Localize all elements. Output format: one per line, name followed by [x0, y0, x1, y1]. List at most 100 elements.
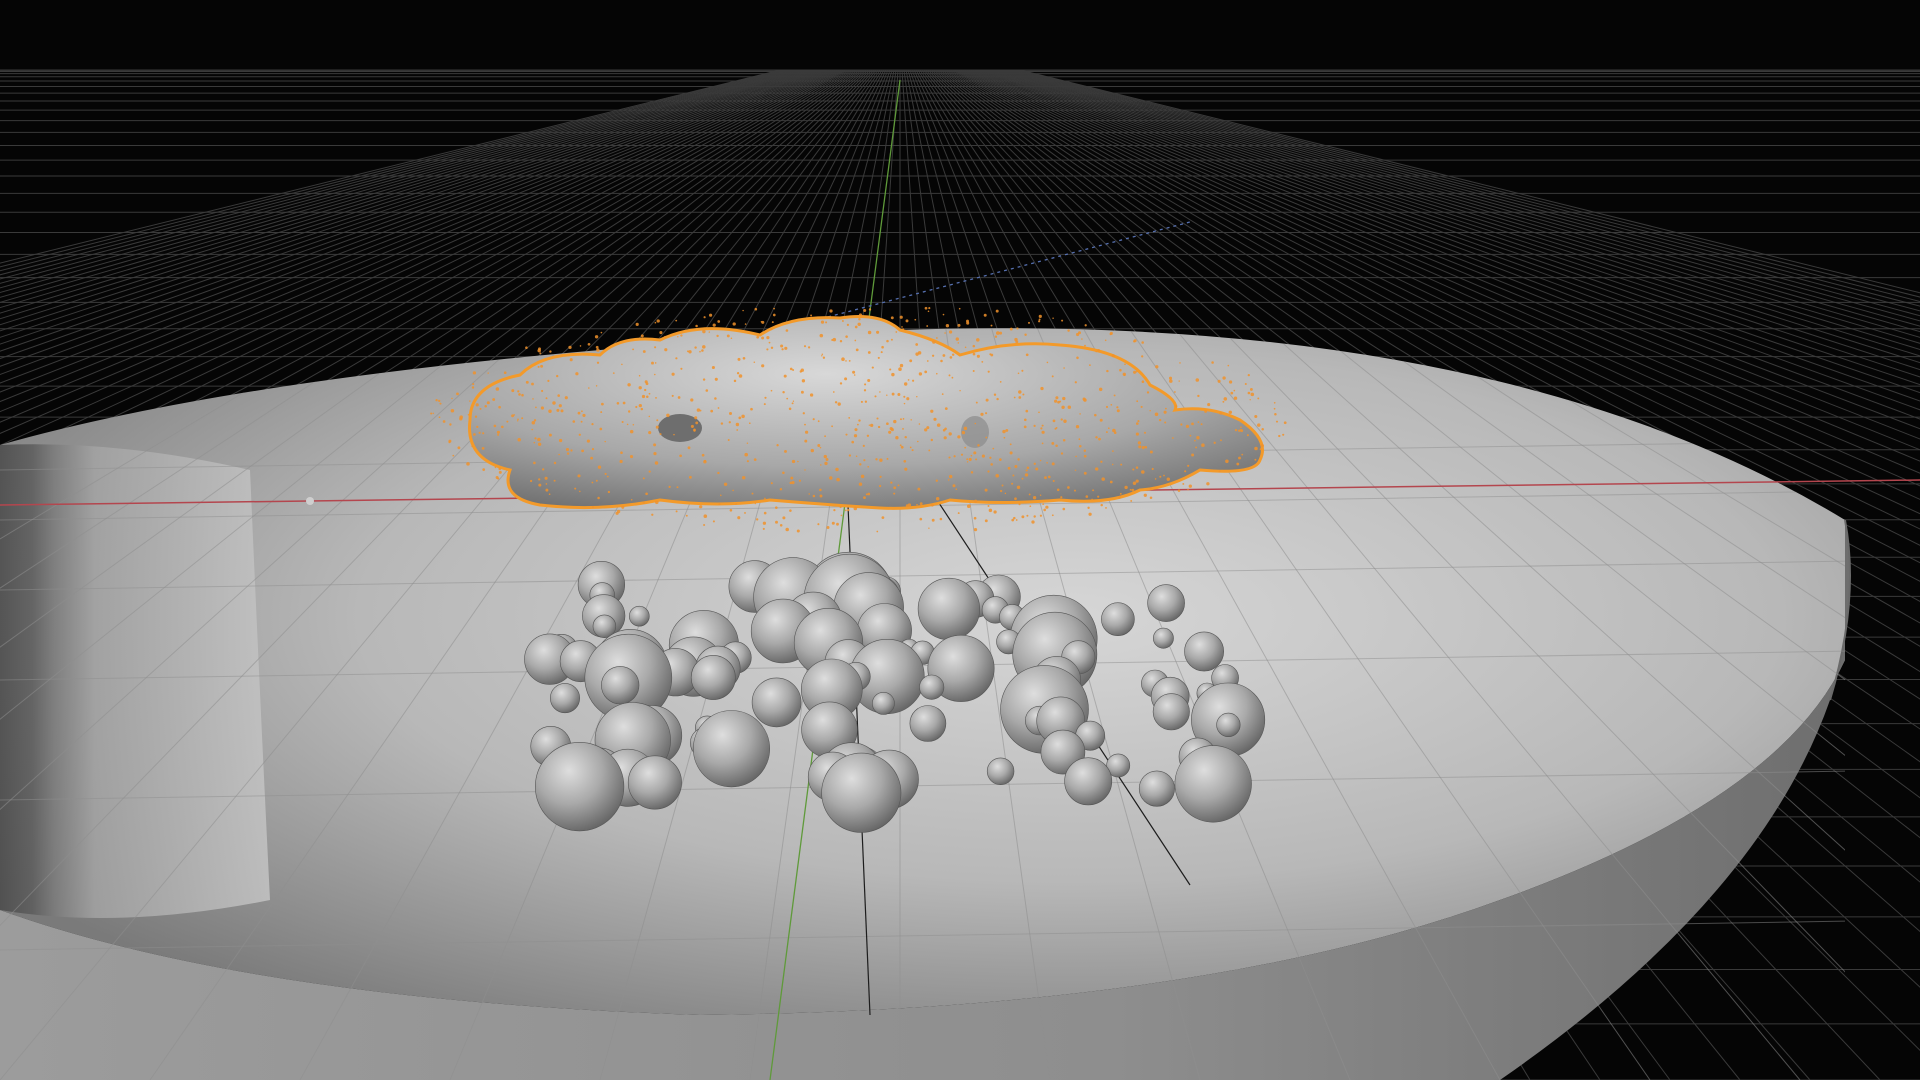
- viewport-scene[interactable]: [0, 0, 1920, 1080]
- particle: [548, 409, 552, 413]
- particle: [1051, 462, 1055, 466]
- sphere: [690, 655, 736, 700]
- particle: [1249, 399, 1251, 401]
- particle: [1124, 363, 1126, 366]
- particle: [1143, 493, 1147, 497]
- particle: [481, 446, 485, 450]
- particle: [1135, 466, 1139, 469]
- particle: [544, 476, 548, 480]
- particle: [972, 352, 976, 356]
- particle: [1112, 450, 1114, 452]
- sphere: [627, 755, 682, 810]
- particle: [852, 370, 856, 374]
- particle: [1083, 454, 1087, 458]
- particle: [959, 389, 961, 392]
- particle: [1261, 427, 1264, 431]
- particle: [632, 348, 635, 351]
- particle: [764, 396, 767, 399]
- particle: [655, 425, 659, 429]
- particle: [1039, 459, 1042, 462]
- particle: [1055, 396, 1059, 400]
- particle: [1014, 497, 1017, 501]
- particle: [498, 470, 502, 474]
- particle: [851, 440, 855, 444]
- particle: [1141, 380, 1145, 384]
- particle: [1119, 492, 1122, 495]
- particle: [1014, 337, 1018, 342]
- particle: [492, 398, 496, 401]
- particle: [984, 519, 988, 523]
- particle: [450, 409, 455, 413]
- particle: [654, 321, 657, 324]
- particle: [654, 346, 657, 349]
- particle: [970, 454, 973, 457]
- particle: [688, 350, 692, 354]
- particle: [821, 353, 824, 356]
- particle: [796, 529, 800, 533]
- particle: [591, 447, 595, 451]
- particle: [822, 356, 826, 359]
- particle: [1025, 469, 1028, 472]
- sphere: [986, 757, 1015, 785]
- particle: [1219, 411, 1223, 415]
- particle: [1105, 507, 1107, 509]
- particle: [1136, 400, 1139, 403]
- particle: [958, 307, 961, 310]
- particle: [451, 397, 453, 400]
- particle: [859, 463, 862, 466]
- particle: [942, 428, 946, 432]
- particle: [648, 392, 651, 395]
- particle: [917, 351, 922, 355]
- particle: [680, 367, 683, 370]
- particle: [754, 307, 758, 311]
- particle: [675, 319, 678, 322]
- particle: [879, 475, 882, 478]
- particle: [664, 335, 666, 338]
- particle: [918, 423, 921, 425]
- particle: [607, 490, 611, 494]
- empty-origin-point[interactable]: [306, 497, 314, 505]
- particle: [1137, 441, 1142, 445]
- particle: [785, 527, 789, 532]
- particle: [493, 424, 497, 428]
- particle: [1067, 329, 1070, 332]
- particle: [940, 359, 943, 363]
- particle: [1177, 489, 1181, 492]
- particle: [742, 356, 746, 360]
- particle: [902, 418, 905, 420]
- particle: [1254, 446, 1258, 451]
- particle: [879, 458, 883, 462]
- particle: [886, 339, 889, 343]
- particle: [1025, 409, 1029, 413]
- particle: [641, 394, 646, 399]
- particle: [1164, 421, 1167, 424]
- particle: [906, 397, 910, 401]
- particle: [595, 479, 598, 482]
- particle: [1078, 438, 1081, 441]
- particle: [784, 449, 787, 453]
- particle: [998, 458, 1002, 461]
- particle: [1257, 397, 1260, 400]
- particle: [442, 420, 446, 423]
- particle: [1033, 462, 1036, 465]
- particle: [503, 371, 507, 375]
- particle: [703, 514, 708, 518]
- particle: [931, 518, 935, 522]
- particle: [945, 324, 950, 328]
- 3d-viewport[interactable]: [0, 0, 1920, 1080]
- particle: [1187, 464, 1190, 467]
- particle: [999, 331, 1003, 335]
- particle: [1201, 443, 1205, 447]
- particle: [671, 372, 675, 376]
- particle: [1023, 425, 1027, 429]
- particle: [996, 397, 999, 401]
- particle: [824, 461, 828, 466]
- particle: [466, 462, 470, 466]
- particle: [1273, 401, 1276, 404]
- particle: [770, 389, 773, 392]
- particle: [868, 424, 871, 426]
- particle: [511, 389, 515, 393]
- particle: [729, 509, 733, 512]
- particle: [866, 434, 870, 437]
- particle: [448, 441, 451, 444]
